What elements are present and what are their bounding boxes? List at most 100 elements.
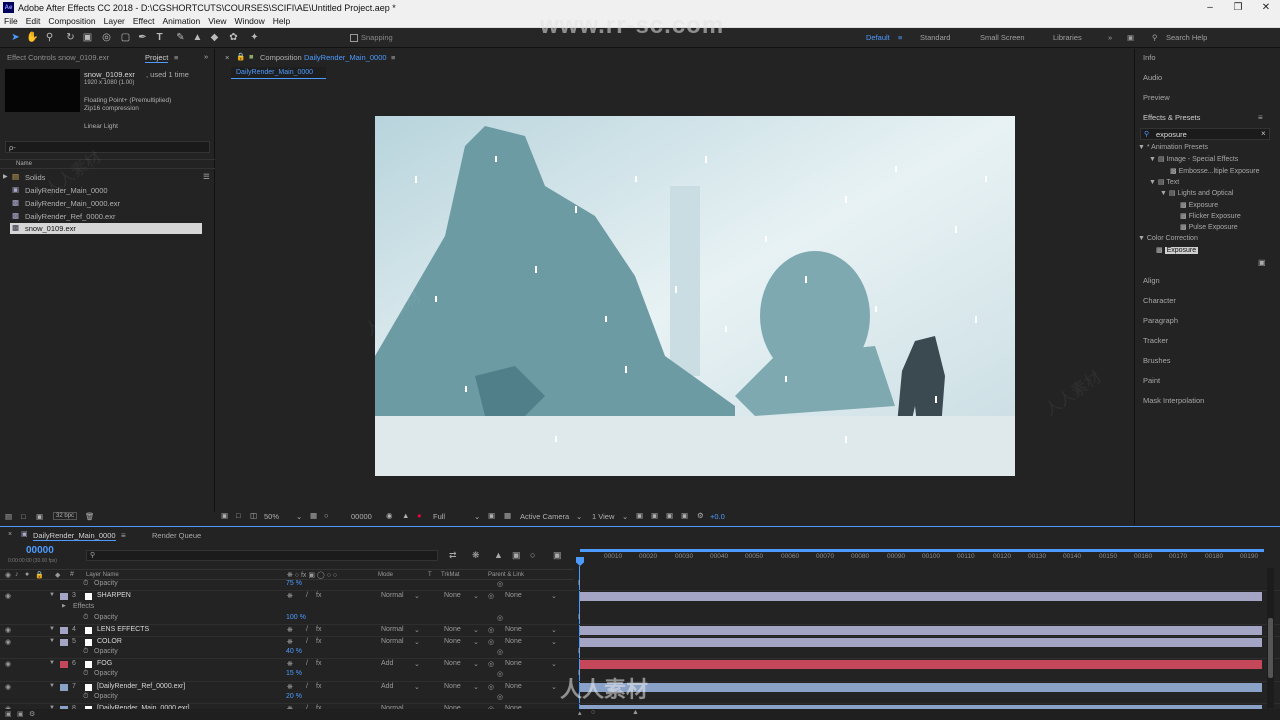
character-panel-tab[interactable]: Character xyxy=(1143,296,1176,305)
comp-tab-label[interactable]: Composition xyxy=(260,53,302,62)
workspace-small-screen[interactable]: Small Screen xyxy=(980,33,1025,42)
eye-icon[interactable]: ◉ xyxy=(5,638,11,646)
effects-panel-menu-icon[interactable]: ≡ xyxy=(1258,113,1263,122)
layer-duration-bar[interactable] xyxy=(580,660,1262,669)
layer-name[interactable]: [DailyRender_Ref_0000.exr] xyxy=(97,683,185,690)
menu-composition[interactable]: Composition xyxy=(44,16,99,26)
brush-tool-icon[interactable]: ✎ xyxy=(174,31,187,44)
label-color-swatch[interactable] xyxy=(60,627,68,634)
label-icon[interactable]: ◆ xyxy=(55,571,60,579)
effect-switch-icon[interactable]: fx xyxy=(316,592,321,599)
render-time-icon[interactable]: ▣ xyxy=(5,710,12,718)
label-color-swatch[interactable] xyxy=(60,684,68,691)
tracker-panel-tab[interactable]: Tracker xyxy=(1143,336,1168,345)
timeline-scrollbar[interactable] xyxy=(1267,568,1274,708)
layer-name[interactable]: SHARPEN xyxy=(97,592,131,599)
trkmat-dropdown[interactable]: None xyxy=(444,626,461,633)
grid-icon[interactable]: ▦ xyxy=(310,511,317,520)
pick-whip-icon[interactable]: ◎ xyxy=(488,626,494,634)
tree-view-icon[interactable]: ☰ xyxy=(203,172,210,181)
viewer-timecode[interactable]: 00000 xyxy=(351,512,372,521)
timeline-property-row[interactable]: ⏱ Opacity 75 % ◎ I xyxy=(0,579,1280,590)
menu-animation[interactable]: Animation xyxy=(158,16,204,26)
layer-name[interactable]: LENS EFFECTS xyxy=(97,626,149,633)
eye-icon[interactable]: ◉ xyxy=(5,683,11,691)
parent-dropdown[interactable]: None xyxy=(505,683,522,690)
expression-pickwhip-icon[interactable]: ◎ xyxy=(497,670,503,678)
trkmat-dropdown[interactable]: None xyxy=(444,592,461,599)
blend-mode-dropdown[interactable]: Add xyxy=(381,660,393,667)
render-queue-tab[interactable]: Render Queue xyxy=(152,531,201,540)
quality-switch-icon[interactable]: / xyxy=(306,660,308,667)
menu-view[interactable]: View xyxy=(204,16,230,26)
chevron-down-icon[interactable]: ⌄ xyxy=(296,512,302,521)
new-bin-icon[interactable]: ▣ xyxy=(1258,258,1266,267)
chevron-down-icon[interactable]: ⌄ xyxy=(414,638,420,646)
chevron-down-icon[interactable]: ⌄ xyxy=(622,512,628,521)
resolution-dropdown[interactable]: Full xyxy=(433,512,445,521)
stopwatch-icon[interactable]: ⏱ xyxy=(83,670,88,678)
expand-arrow-icon[interactable]: ▼ xyxy=(49,638,55,644)
property-value[interactable]: 40 % xyxy=(286,648,302,655)
monitor-icon[interactable]: □ xyxy=(236,511,241,520)
tree-flicker-exposure[interactable]: ▩ Flicker Exposure xyxy=(1180,212,1241,220)
blend-mode-dropdown[interactable]: Normal xyxy=(381,592,404,599)
project-item-exr-ref[interactable]: ▩ DailyRender_Ref_0000.exr xyxy=(0,211,215,222)
brushes-panel-tab[interactable]: Brushes xyxy=(1143,356,1171,365)
label-color-swatch[interactable] xyxy=(60,639,68,646)
mask-visibility-icon[interactable]: ○ xyxy=(324,511,329,520)
comp-tab-name[interactable]: DailyRender_Main_0000 xyxy=(304,53,387,62)
clone-stamp-tool-icon[interactable]: ▲ xyxy=(191,31,204,44)
flowchart-icon[interactable]: ▣ xyxy=(681,511,688,520)
paragraph-panel-tab[interactable]: Paragraph xyxy=(1143,316,1178,325)
delete-icon[interactable]: 🗑 xyxy=(85,512,95,521)
menu-window[interactable]: Window xyxy=(231,16,269,26)
zoom-out-icon[interactable]: ▴ xyxy=(578,709,582,717)
effect-switch-icon[interactable]: fx xyxy=(316,660,321,667)
toggle-pixel-aspect-icon[interactable]: ▣ xyxy=(636,511,643,520)
camera-dropdown[interactable]: Active Camera xyxy=(520,512,569,521)
tree-exposure-preset[interactable]: ▩ Exposure xyxy=(1180,201,1218,209)
effects-group-label[interactable]: Effects xyxy=(73,603,94,610)
timeline-property-row[interactable]: ⏱ Opacity 40 % ◎ I xyxy=(0,647,1280,658)
exposure-value[interactable]: +0.0 xyxy=(710,512,725,521)
camera-tool-icon[interactable]: ▣ xyxy=(81,31,94,44)
search-help-input[interactable]: Search Help xyxy=(1166,33,1207,42)
pick-whip-icon[interactable]: ◎ xyxy=(488,638,494,646)
puppet-tool-icon[interactable]: ✦ xyxy=(248,31,261,44)
quality-switch-icon[interactable]: / xyxy=(306,683,308,690)
trkmat-dropdown[interactable]: None xyxy=(444,683,461,690)
label-color-swatch[interactable] xyxy=(60,593,68,600)
zoom-in-icon[interactable]: ▲ xyxy=(632,709,639,716)
property-value[interactable]: 15 % xyxy=(286,670,302,677)
mask-interpolation-panel-tab[interactable]: Mask Interpolation xyxy=(1143,396,1204,405)
chevron-down-icon[interactable]: ⌄ xyxy=(473,683,479,691)
tree-exposure-effect[interactable]: ▩ Exposure xyxy=(1156,246,1199,254)
comp-viewer-image[interactable] xyxy=(375,116,1015,476)
eye-icon[interactable]: ◉ xyxy=(5,626,11,634)
tree-image-special-effects[interactable]: ▼ ▤ Image - Special Effects xyxy=(1149,155,1238,163)
chevron-down-icon[interactable]: ⌄ xyxy=(414,660,420,668)
workspace-default[interactable]: Default xyxy=(866,33,890,42)
transparency-grid-icon[interactable]: ▦ xyxy=(504,511,511,520)
work-area-bar[interactable] xyxy=(580,549,1264,552)
eye-icon[interactable]: ◉ xyxy=(5,660,11,668)
timeline-icon[interactable]: ▣ xyxy=(666,511,673,520)
stopwatch-icon[interactable]: ⏱ xyxy=(83,580,88,588)
chevron-down-icon[interactable]: ⌄ xyxy=(551,683,557,691)
frame-blending-icon[interactable]: ▣ xyxy=(512,550,521,561)
comp-panel-menu-icon[interactable]: ≡ xyxy=(391,53,395,62)
effects-presets-title[interactable]: Effects & Presets xyxy=(1143,113,1200,122)
expression-pickwhip-icon[interactable]: ◎ xyxy=(497,648,503,656)
pan-behind-tool-icon[interactable]: ◎ xyxy=(100,31,113,44)
channel-icon[interactable]: ● xyxy=(417,511,422,520)
video-visibility-icon[interactable]: ◉ xyxy=(5,571,11,579)
expand-arrow-icon[interactable]: ▶ xyxy=(3,173,8,180)
project-item-exr-main[interactable]: ▩ DailyRender_Main_0000.exr xyxy=(0,198,215,209)
always-preview-icon[interactable]: ▣ xyxy=(221,511,228,520)
solo-icon[interactable]: ● xyxy=(25,571,29,578)
show-snapshot-icon[interactable]: ▲ xyxy=(402,511,409,520)
expression-pickwhip-icon[interactable]: ◎ xyxy=(497,614,503,622)
rectangle-tool-icon[interactable]: ▢ xyxy=(119,31,132,44)
timeline-layer-row[interactable]: ◉ ▼ 4 LENS EFFECTS ❋ / fx Normal ⌄ None ⌄ ◎ None ⌄ xyxy=(0,624,1280,635)
